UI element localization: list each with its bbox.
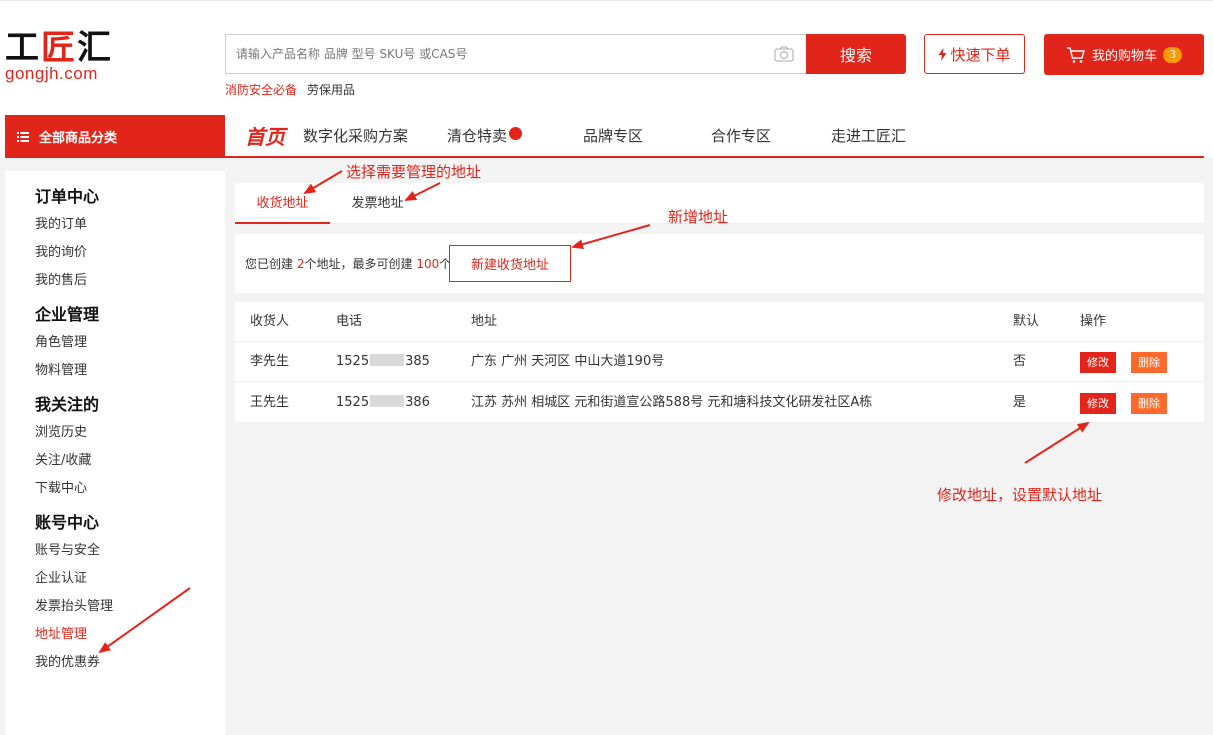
nav-item-brands[interactable]: 品牌专区 [583,125,711,146]
logo[interactable]: 工匠汇 gongjh.com [5,31,130,86]
phone-mask [370,354,405,366]
address-count-text: 您已创建 2个地址，最多可创建 100个 [245,257,452,271]
search-box [225,34,807,74]
edit-button[interactable]: 修改 [1080,393,1116,414]
address-summary: 您已创建 2个地址，最多可创建 100个 新建收货地址 [235,234,1204,293]
sidebar-item-downloads[interactable]: 下载中心 [35,475,225,503]
sidebar-group-account: 账号中心 账号与安全 企业认证 发票抬头管理 地址管理 我的优惠券 [35,509,225,677]
tab-invoice-address[interactable]: 发票地址 [330,183,425,224]
phone-number: 1525 386 [336,395,430,410]
quick-order-label: 快速下单 [950,45,1011,64]
address-text: 广东 广州 天河区 中山大道190号 [471,354,665,369]
recipient-name: 李先生 [250,354,290,369]
hot-word-link[interactable]: 消防安全必备 [225,81,297,98]
cart-button[interactable]: 我的购物车 3 [1044,34,1204,75]
default-flag: 是 [1013,395,1027,410]
hot-icon [509,127,523,140]
table-header: 收货人 电话 地址 默认 操作 [235,302,1204,342]
annotation-edit-address: 修改地址，设置默认地址 [937,486,1103,504]
address-text: 江苏 苏州 相城区 元和街道宣公路588号 元和塘科技文化研发社区A栋 [471,395,873,410]
search-button[interactable]: 搜索 [806,34,906,74]
all-categories-label: 全部商品分类 [39,131,118,146]
cart-label: 我的购物车 [1091,49,1157,64]
sidebar-item-materials[interactable]: 物料管理 [35,357,225,385]
col-header-actions: 操作 [1080,314,1107,329]
sidebar-item-history[interactable]: 浏览历史 [35,419,225,447]
delete-button[interactable]: 删除 [1131,393,1167,414]
hot-words: 消防安全必备 劳保用品 [225,81,355,98]
default-flag: 否 [1013,354,1027,369]
nav-item-about[interactable]: 走进工匠汇 [831,125,906,146]
quick-order-button[interactable]: 快速下单 [924,34,1025,74]
phone-mask [370,395,405,407]
cart-icon [1066,46,1085,63]
sidebar-item-after-sales[interactable]: 我的售后 [35,267,225,295]
sidebar-item-addresses[interactable]: 地址管理 [35,621,225,649]
table-row: 李先生 1525 385 广东 广州 天河区 中山大道190号 否 修改 删除 [235,342,1204,382]
sidebar-item-security[interactable]: 账号与安全 [35,537,225,565]
delete-button[interactable]: 删除 [1131,352,1167,373]
lightning-icon [938,47,947,61]
annotation-add-address: 新增地址 [668,208,729,226]
sidebar-group-orders: 订单中心 我的订单 我的询价 我的售后 [35,183,225,295]
sidebar-item-favorites[interactable]: 关注/收藏 [35,447,225,475]
sidebar-group-following: 我关注的 浏览历史 关注/收藏 下载中心 [35,391,225,503]
sidebar-group-title: 我关注的 [35,395,100,414]
col-header-recipient: 收货人 [250,314,290,329]
tab-shipping-address[interactable]: 收货地址 [235,183,330,224]
arrow-to-edit-button [1024,421,1090,464]
sidebar-item-my-inquiries[interactable]: 我的询价 [35,239,225,267]
new-address-button[interactable]: 新建收货地址 [449,245,571,282]
sidebar: 订单中心 我的订单 我的询价 我的售后 企业管理 角色管理 物料管理 我关注的 … [5,171,225,735]
sidebar-group-title: 账号中心 [35,513,100,532]
sidebar-group-enterprise: 企业管理 角色管理 物料管理 [35,301,225,385]
nav-item-home[interactable]: 首页 [245,121,285,150]
col-header-phone: 电话 [336,314,363,329]
recipient-name: 王先生 [250,395,290,410]
nav-item-clearance[interactable]: 清仓特卖 [447,125,583,146]
sidebar-item-verification[interactable]: 企业认证 [35,565,225,593]
all-categories-button[interactable]: 全部商品分类 [5,115,225,158]
sidebar-item-coupons[interactable]: 我的优惠券 [35,649,225,677]
table-row: 王先生 1525 386 江苏 苏州 相城区 元和街道宣公路588号 元和塘科技文… [235,383,1204,423]
sidebar-group-title: 订单中心 [35,187,100,206]
nav-items: 首页 数字化采购方案 清仓特卖 品牌专区 合作专区 走进工匠汇 [245,115,906,156]
edit-button[interactable]: 修改 [1080,352,1116,373]
annotation-select-address: 选择需要管理的地址 [346,163,482,181]
nav-item-cooperation[interactable]: 合作专区 [711,125,831,146]
menu-icon [17,131,29,142]
search-input[interactable] [226,35,766,73]
sidebar-item-roles[interactable]: 角色管理 [35,329,225,357]
sidebar-item-my-orders[interactable]: 我的订单 [35,211,225,239]
col-header-default: 默认 [1013,314,1040,329]
cart-count-badge: 3 [1163,46,1182,63]
sidebar-group-title: 企业管理 [35,305,100,324]
phone-number: 1525 385 [336,354,430,369]
col-header-address: 地址 [471,314,498,329]
address-table: 收货人 电话 地址 默认 操作 李先生 1525 385 广东 广州 天河区 中山… [235,302,1204,423]
main-nav: 全部商品分类 首页 数字化采购方案 清仓特卖 品牌专区 合作专区 走进工匠汇 [5,115,1204,158]
logo-text: 工匠汇 [5,28,113,68]
hot-word-link[interactable]: 劳保用品 [307,81,355,98]
nav-item-digital-procurement[interactable]: 数字化采购方案 [303,125,447,146]
sidebar-item-invoice-titles[interactable]: 发票抬头管理 [35,593,225,621]
camera-icon[interactable] [774,46,794,62]
